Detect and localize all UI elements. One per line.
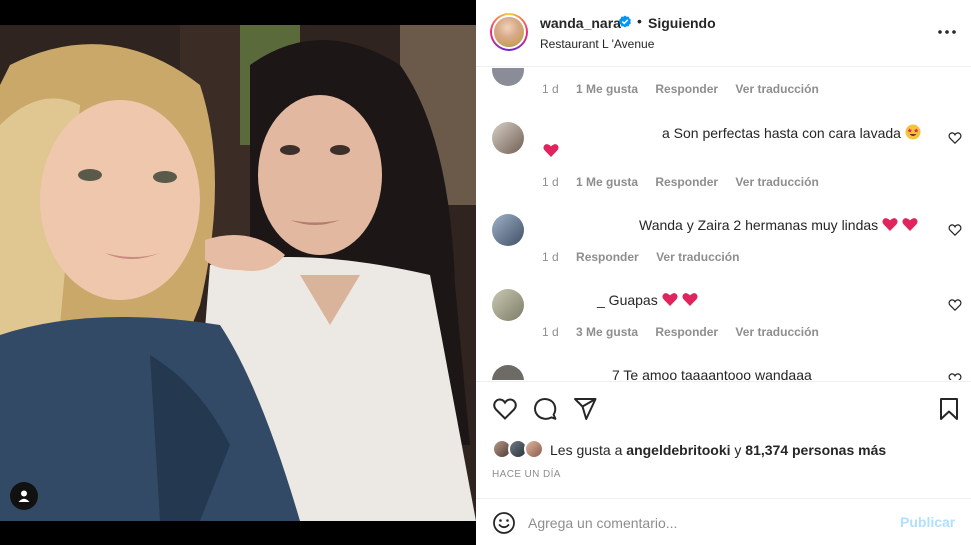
post-location[interactable]: Restaurant L 'Avenue: [540, 37, 654, 51]
liker-username[interactable]: angeldebritooki: [626, 442, 730, 458]
like-heart-icon[interactable]: [492, 396, 518, 422]
photo-illustration: [0, 25, 476, 521]
share-icon[interactable]: [572, 396, 598, 422]
emoji-icon[interactable]: [492, 511, 516, 535]
heart-icon[interactable]: [948, 223, 962, 237]
comment-input[interactable]: [528, 509, 888, 537]
author-avatar[interactable]: [490, 13, 528, 51]
post-side-panel: wanda_nara • Siguiendo Restaurant L 'Ave…: [476, 0, 971, 545]
translate-button[interactable]: Ver traducción: [735, 175, 818, 189]
heart-icon[interactable]: [948, 372, 962, 380]
comment-icon[interactable]: [532, 396, 558, 422]
red-heart-emoji-icon: [681, 293, 698, 306]
post-header: wanda_nara • Siguiendo Restaurant L 'Ave…: [476, 0, 971, 67]
verified-icon: [619, 15, 631, 28]
red-heart-emoji-icon: [902, 218, 918, 231]
comment-age: 1 d: [542, 82, 559, 96]
comment-body: a Son perfectas hasta con cara lavada: [662, 124, 921, 141]
comment-age: 1 d: [542, 250, 559, 264]
likes-joiner: y: [734, 442, 742, 458]
commenter-avatar[interactable]: [492, 365, 524, 380]
comment-age: 1 d: [542, 325, 559, 339]
likes-prefix: Les gusta a: [550, 442, 623, 458]
comment-age: 1 d: [542, 175, 559, 189]
comment-meta: 1 d 1 Me gusta Responder Ver traducción: [542, 175, 819, 189]
comment-meta: 1 d 3 Me gusta Responder Ver traducción: [542, 325, 819, 339]
author-username[interactable]: wanda_nara: [540, 15, 621, 31]
comment-body: _ Guapas: [597, 292, 698, 308]
header-separator: •: [637, 13, 642, 29]
comment-like-count[interactable]: 3 Me gusta: [576, 325, 638, 339]
tag-user-icon: [18, 490, 30, 502]
heart-icon[interactable]: [948, 131, 962, 145]
reply-button[interactable]: Responder: [576, 250, 639, 264]
more-options-icon[interactable]: [936, 24, 958, 40]
tag-user-button[interactable]: [10, 482, 38, 510]
red-heart-emoji-icon: [882, 218, 898, 231]
reply-button[interactable]: Responder: [655, 325, 718, 339]
translate-button[interactable]: Ver traducción: [656, 250, 739, 264]
following-button[interactable]: Siguiendo: [648, 15, 716, 31]
post-media-pane: [0, 0, 476, 545]
commenter-avatar[interactable]: [492, 122, 524, 154]
publish-button[interactable]: Publicar: [900, 514, 955, 530]
commenter-avatar[interactable]: [492, 68, 524, 86]
comment-text: _ Guapas: [597, 292, 658, 308]
post-photo[interactable]: [0, 25, 476, 521]
comment-composer: Publicar: [476, 498, 971, 545]
bookmark-icon[interactable]: [936, 396, 962, 422]
likes-summary[interactable]: Les gusta a angeldebritooki y 81,374 per…: [550, 442, 886, 458]
post-actions: Les gusta a angeldebritooki y 81,374 per…: [476, 381, 971, 497]
post-timestamp[interactable]: HACE UN DÍA: [492, 469, 561, 480]
reply-button[interactable]: Responder: [655, 82, 718, 96]
comment-text: Wanda y Zaira 2 hermanas muy lindas: [639, 217, 879, 233]
red-heart-emoji-icon: [662, 293, 678, 306]
comment-body: Wanda y Zaira 2 hermanas muy lindas: [639, 217, 918, 233]
comment-like-count[interactable]: 1 Me gusta: [576, 82, 638, 96]
comment-meta: 1 d 1 Me gusta Responder Ver traducción: [542, 82, 819, 96]
comment-meta: 1 d Responder Ver traducción: [542, 250, 739, 264]
commenter-avatar[interactable]: [492, 289, 524, 321]
translate-button[interactable]: Ver traducción: [735, 82, 818, 96]
liker-avatar: [524, 439, 544, 459]
likes-count[interactable]: 81,374 personas más: [745, 442, 886, 458]
star-eyes-emoji-icon: [905, 124, 921, 140]
heart-icon[interactable]: [948, 298, 962, 312]
comment-like-count[interactable]: 1 Me gusta: [576, 175, 638, 189]
red-heart-emoji-icon: [543, 144, 559, 157]
reply-button[interactable]: Responder: [655, 175, 718, 189]
comments-list[interactable]: 1 d 1 Me gusta Responder Ver traducción …: [476, 68, 971, 380]
commenter-avatar[interactable]: [492, 214, 524, 246]
translate-button[interactable]: Ver traducción: [735, 325, 818, 339]
comment-text: 7 Te amoo taaaantooo wandaaa: [612, 367, 812, 380]
comment-text: a Son perfectas hasta con cara lavada: [662, 125, 901, 141]
